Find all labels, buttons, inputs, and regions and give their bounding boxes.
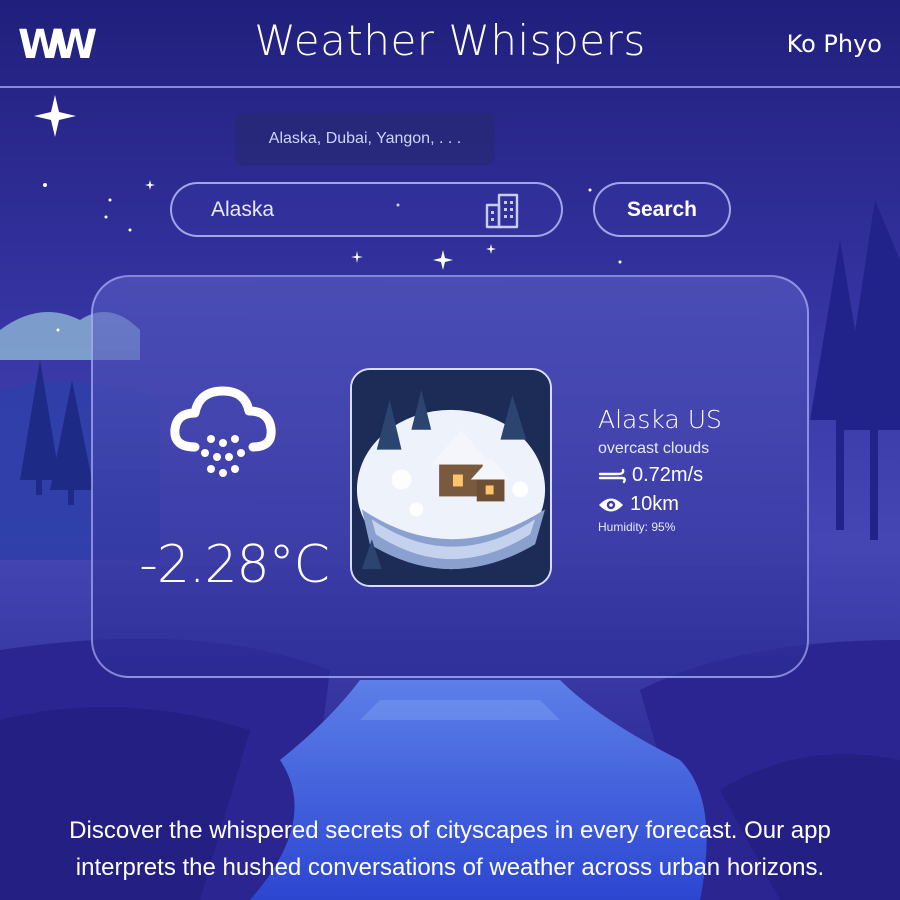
search-box[interactable] xyxy=(170,182,563,237)
eye-icon xyxy=(599,498,623,511)
tagline-line-2: interprets the hushed conversations of w… xyxy=(75,854,825,881)
app-title: Weather Whispers xyxy=(254,16,646,65)
city-search-input[interactable] xyxy=(211,196,481,224)
app-tagline: Discover the whispered secrets of citysc… xyxy=(0,812,900,886)
visibility: 10km xyxy=(630,493,679,515)
wind-speed: 0.72m/s xyxy=(632,464,704,486)
temperature: -2.28°C xyxy=(139,535,330,595)
city-illustration xyxy=(350,368,552,587)
humidity: Humidity: 95% xyxy=(598,520,676,534)
visibility-row: 10km xyxy=(598,493,798,516)
user-name[interactable]: Ko Phyo xyxy=(787,30,882,58)
search-suggestion-tooltip: Alaska, Dubai, Yangon, . . . xyxy=(235,113,495,165)
wind-row: 0.72m/s xyxy=(598,464,798,487)
weather-card: -2.28°C Alaska US overcast clouds 0.72m/… xyxy=(91,275,809,678)
snow-cloud-icon xyxy=(170,386,276,477)
wind-icon xyxy=(598,468,626,483)
location-name: Alaska US xyxy=(598,405,722,434)
search-button[interactable]: Search xyxy=(593,182,731,237)
weather-condition: overcast clouds xyxy=(598,440,710,457)
building-icon xyxy=(485,193,519,229)
weather-details: Alaska US overcast clouds 0.72m/s 10km H… xyxy=(598,405,798,534)
app-header: WW Weather Whispers Ko Phyo xyxy=(0,0,900,88)
tagline-line-1: Discover the whispered secrets of citysc… xyxy=(69,817,831,844)
